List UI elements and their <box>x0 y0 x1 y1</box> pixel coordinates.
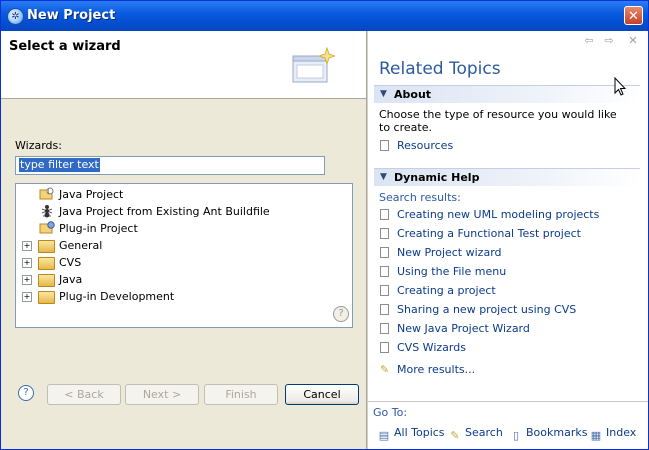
dynamic-help-heading: Dynamic Help <box>394 171 480 184</box>
tree-item-label: Plug-in Project <box>59 222 138 235</box>
expand-icon[interactable]: + <box>22 292 32 302</box>
bookmarks-icon: ▯ <box>512 429 520 442</box>
more-results-link[interactable]: ✎ More results... <box>380 362 475 378</box>
tree-item-label: Plug-in Development <box>59 290 175 303</box>
search-icon: ✎ <box>380 363 390 376</box>
ant-icon <box>41 205 53 218</box>
plugin-project-icon <box>39 221 55 234</box>
wizard-banner-icon <box>292 46 335 83</box>
java-project-icon: J <box>39 187 54 200</box>
help-link[interactable]: New Java Project Wizard <box>380 321 530 337</box>
book-icon: ▤ <box>378 429 390 442</box>
wizards-label: Wizards: <box>15 139 62 152</box>
index-icon: ▦ <box>590 429 602 442</box>
expand-icon[interactable]: + <box>22 241 32 251</box>
forward-arrow-icon[interactable]: ⇨ <box>602 34 616 48</box>
goto-label: Go To: <box>373 406 408 419</box>
back-button[interactable]: < Back <box>47 384 121 405</box>
document-icon <box>380 304 389 315</box>
folder-icon <box>38 240 55 253</box>
help-link[interactable]: Creating a Functional Test project <box>380 226 581 242</box>
banner-title: Select a wizard <box>9 39 121 54</box>
help-link[interactable]: Creating a project <box>380 283 496 299</box>
help-link[interactable]: Using the File menu <box>380 264 506 280</box>
help-hint-icon: ? <box>333 306 349 322</box>
help-toolbar: ⇦ ⇨ ✕ <box>368 31 648 51</box>
wizard-banner: Select a wizard <box>1 31 366 99</box>
cancel-button[interactable]: Cancel <box>285 384 359 405</box>
collapse-icon: ▼ <box>380 89 387 99</box>
eclipse-icon: ✲ <box>7 8 24 25</box>
help-link[interactable]: New Project wizard <box>380 245 502 261</box>
about-text: Choose the type of resource you would li… <box>379 108 617 134</box>
tree-item-label: Java <box>59 273 83 286</box>
back-arrow-icon[interactable]: ⇦ <box>582 34 596 48</box>
search-icon: ✎ <box>450 429 460 442</box>
goto-bookmarks[interactable]: ▯ Bookmarks <box>509 425 588 442</box>
about-section-header[interactable]: ▼ About <box>374 85 640 103</box>
search-results-label: Search results: <box>379 191 461 204</box>
filter-input[interactable]: type filter text <box>15 156 325 175</box>
svg-text:J: J <box>47 189 49 195</box>
help-pane: ⇦ ⇨ ✕ Related Topics ▼ About Choose the … <box>368 31 648 449</box>
expand-icon[interactable]: + <box>22 275 32 285</box>
document-icon <box>380 140 389 151</box>
goto-search[interactable]: ✎ Search <box>448 425 502 442</box>
filter-text: type filter text <box>19 158 100 172</box>
tree-item-label: CVS <box>59 256 82 269</box>
document-icon <box>380 209 389 220</box>
about-heading: About <box>394 88 432 101</box>
next-button[interactable]: Next > <box>125 384 199 405</box>
goto-all-topics[interactable]: ▤ All Topics <box>377 425 445 442</box>
wizard-tree[interactable]: J Java Project Java Project from Existin… <box>15 183 353 328</box>
mouse-cursor-icon <box>614 77 626 96</box>
help-link[interactable]: Creating new UML modeling projects <box>380 207 599 223</box>
folder-icon <box>38 291 55 304</box>
goto-bar: Go To: ▤ All Topics ✎ Search ▯ Bookmarks ▦ I… <box>368 401 648 449</box>
help-link[interactable]: CVS Wizards <box>380 340 466 356</box>
close-button[interactable]: ✕ <box>624 6 643 25</box>
tree-item-label: Java Project <box>59 188 124 201</box>
help-link[interactable]: Sharing a new project using CVS <box>380 302 576 318</box>
folder-icon <box>38 257 55 270</box>
goto-index[interactable]: ▦ Index <box>589 425 637 442</box>
finish-button[interactable]: Finish <box>204 384 278 405</box>
collapse-icon: ▼ <box>380 172 387 182</box>
tree-item-label: General <box>59 239 103 252</box>
document-icon <box>380 266 389 277</box>
document-icon <box>380 342 389 353</box>
link-resources[interactable]: Resources <box>380 138 453 154</box>
document-icon <box>380 323 389 334</box>
tree-item-label: Java Project from Existing Ant Buildfile <box>59 205 270 218</box>
document-icon <box>380 247 389 258</box>
folder-icon <box>38 274 55 287</box>
new-project-window: ✲ New Project ✕ Select a wizard Wizards:… <box>0 0 649 450</box>
title-bar[interactable]: ✲ New Project ✕ <box>1 1 648 31</box>
dynamic-help-section-header[interactable]: ▼ Dynamic Help <box>374 168 640 186</box>
related-topics-title: Related Topics <box>379 59 501 79</box>
window-title: New Project <box>27 8 116 23</box>
close-icon[interactable]: ✕ <box>626 34 640 48</box>
expand-icon[interactable]: + <box>22 258 32 268</box>
document-icon <box>380 285 389 296</box>
help-button[interactable]: ? <box>18 385 34 401</box>
document-icon <box>380 228 389 239</box>
